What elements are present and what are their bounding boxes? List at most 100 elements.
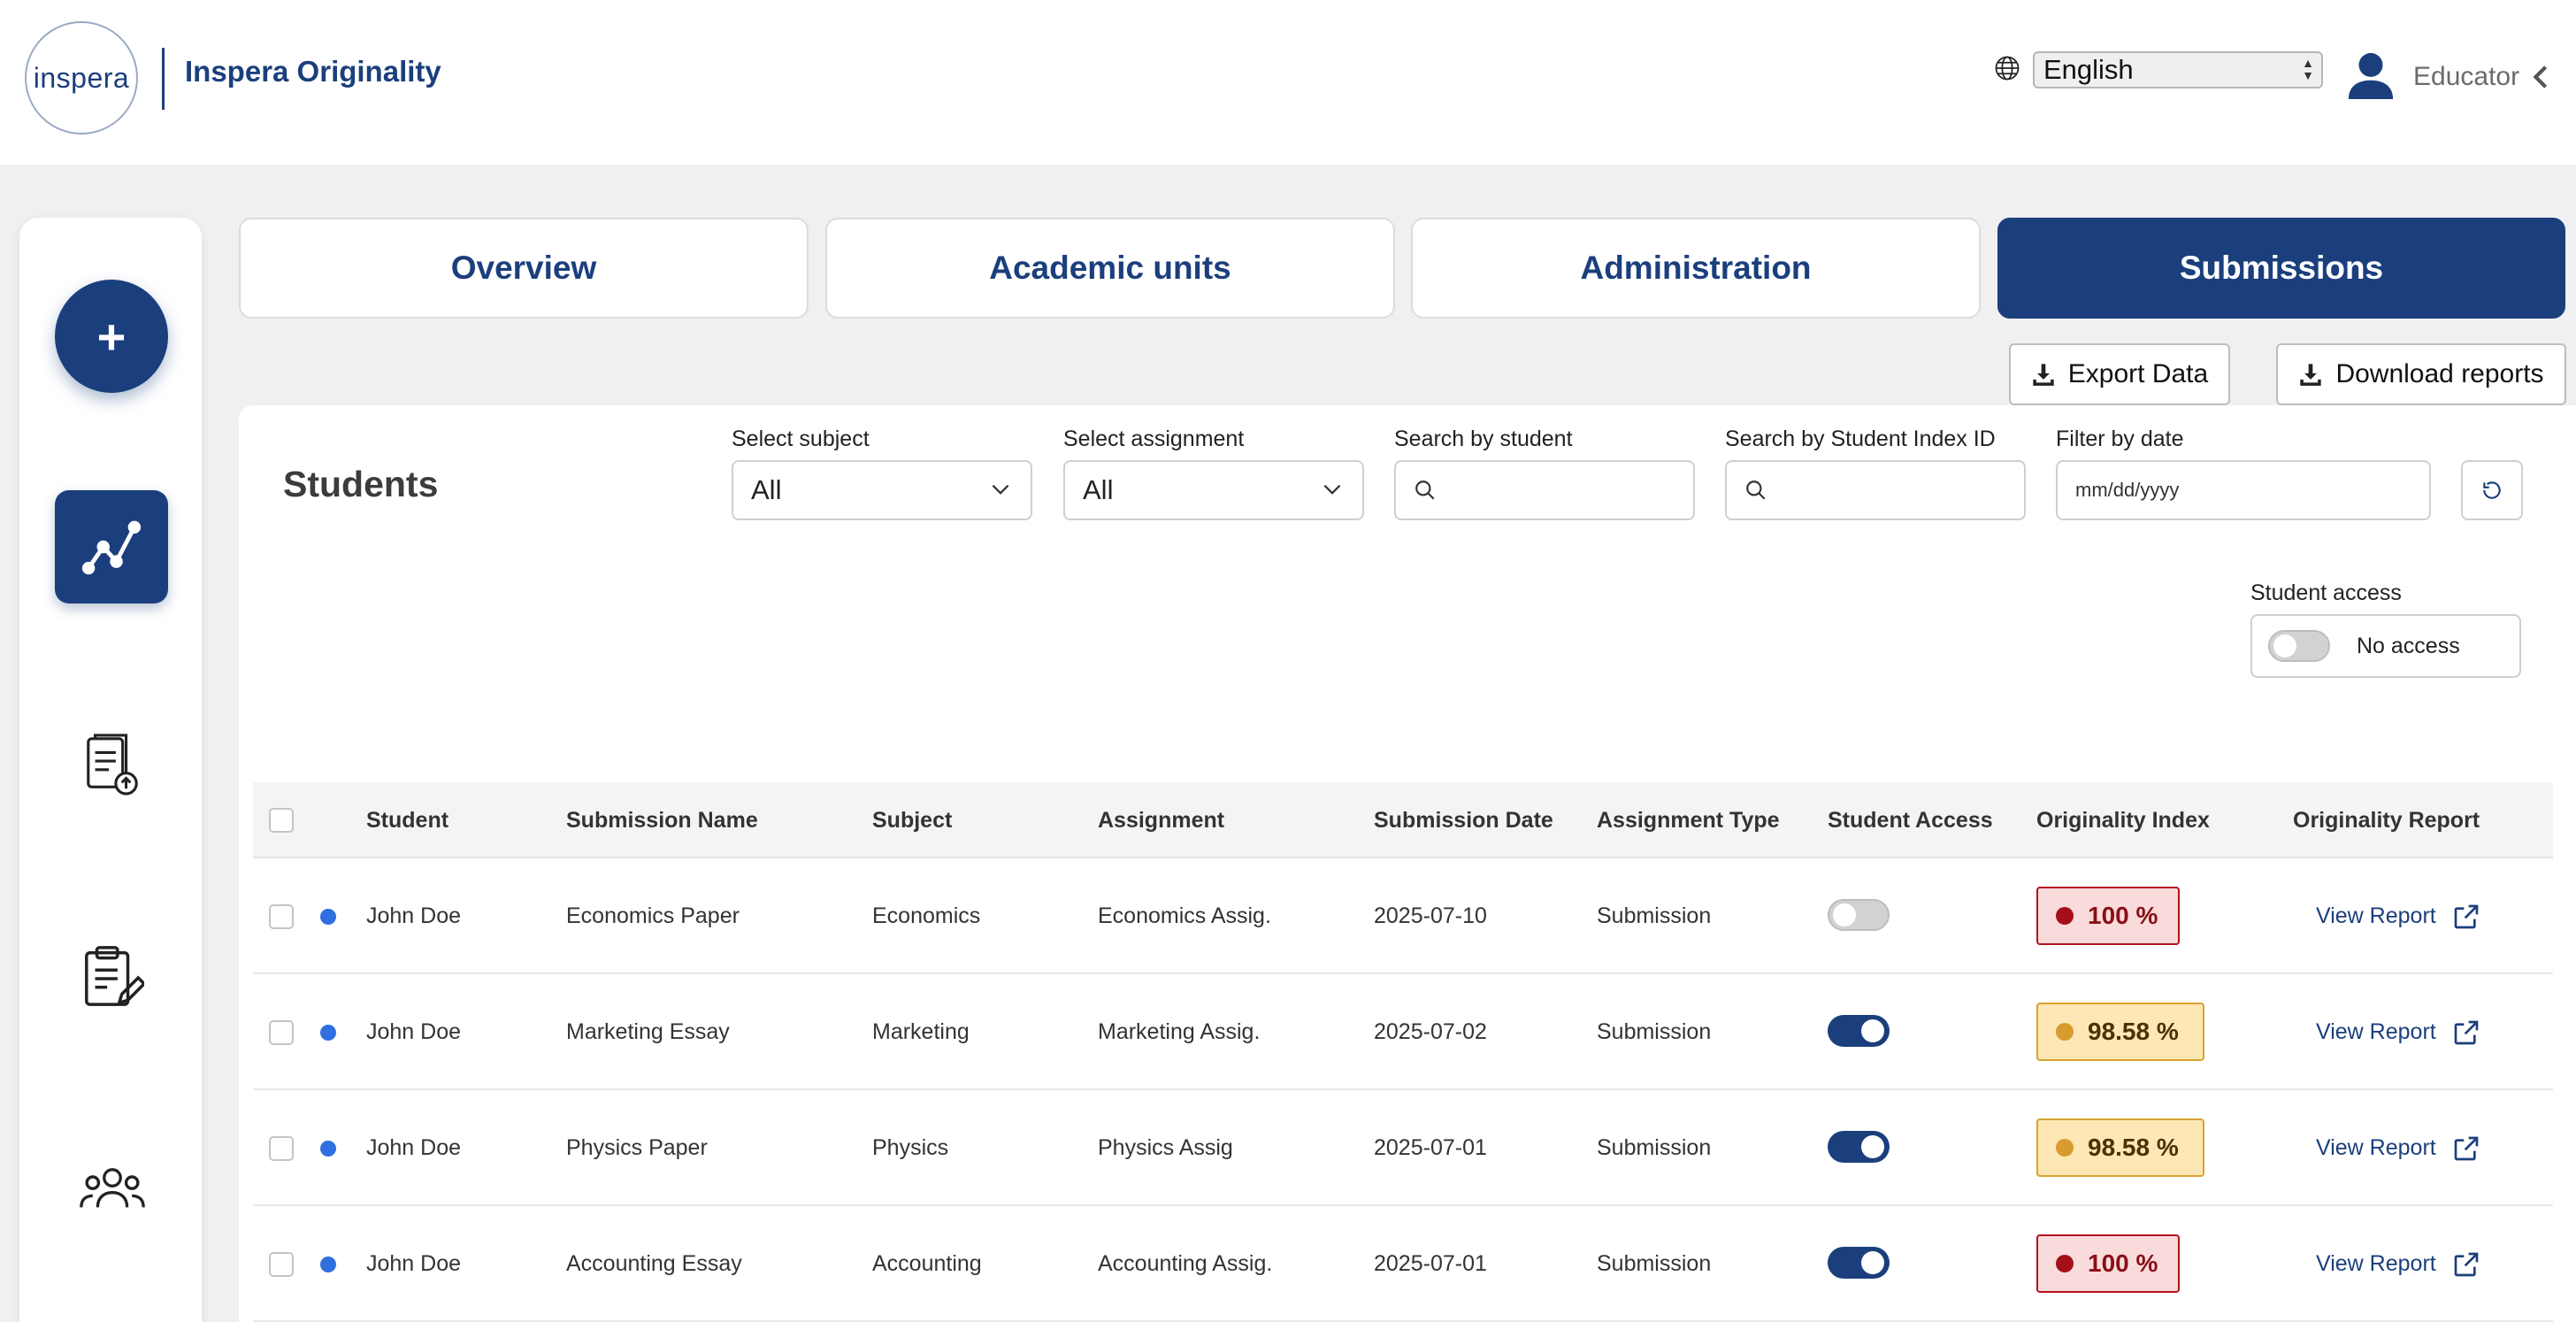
cell-submission-name: Economics Paper (566, 903, 740, 928)
access-toggle[interactable] (1828, 1015, 1890, 1047)
originality-value: 100 % (2088, 902, 2158, 929)
cell-submission-name: Physics Paper (566, 1135, 708, 1160)
view-report-label: View Report (2316, 1135, 2436, 1160)
date-filter-input[interactable]: mm/dd/yyyy (2056, 460, 2431, 520)
external-link-icon (2454, 1136, 2479, 1160)
student-access-toggle[interactable] (2268, 630, 2330, 662)
index-search-input[interactable] (1725, 460, 2026, 520)
originality-badge: 100 % (2036, 1234, 2180, 1293)
language-value: English (2043, 54, 2134, 85)
level-dot (2056, 1139, 2074, 1157)
select-all-checkbox[interactable] (269, 808, 294, 833)
col-submission-name[interactable]: Submission Name (566, 782, 758, 858)
tab-overview[interactable]: Overview (239, 218, 809, 319)
unread-dot (320, 1257, 336, 1272)
col-submission-date[interactable]: Submission Date (1374, 782, 1553, 858)
table-row[interactable]: John Doe Marketing Essay Marketing Marke… (253, 974, 2553, 1090)
inspera-logo[interactable]: inspera (25, 21, 138, 135)
subject-filter-label: Select subject (732, 427, 870, 451)
col-originality-report[interactable]: Originality Report (2293, 782, 2480, 858)
student-access-control[interactable]: No access (2250, 614, 2521, 678)
select-arrows-icon: ▲ ▼ (2302, 56, 2314, 82)
table-row[interactable]: John Doe Accounting Essay Accounting Acc… (253, 1206, 2553, 1322)
level-dot (2056, 907, 2074, 925)
cell-type: Submission (1597, 903, 1712, 928)
cell-student: John Doe (366, 903, 462, 928)
chevron-left-icon[interactable] (2532, 64, 2549, 90)
row-checkbox[interactable] (269, 1252, 294, 1277)
download-reports-button[interactable]: Download reports (2276, 343, 2566, 405)
unread-dot (320, 1141, 336, 1157)
chevron-down-icon (992, 484, 1009, 495)
tab-submissions[interactable]: Submissions (1997, 218, 2565, 319)
access-toggle[interactable] (1828, 899, 1890, 931)
cell-assignment: Physics Assig (1098, 1135, 1233, 1160)
col-assignment-type[interactable]: Assignment Type (1597, 782, 1780, 858)
originality-badge: 98.58 % (2036, 1118, 2204, 1177)
col-student[interactable]: Student (366, 782, 448, 858)
access-toggle[interactable] (1828, 1131, 1890, 1163)
level-dot (2056, 1255, 2074, 1272)
download-icon (2300, 364, 2322, 386)
originality-badge: 100 % (2036, 887, 2180, 945)
reset-filters-button[interactable] (2461, 460, 2523, 520)
cell-date: 2025-07-10 (1374, 903, 1487, 928)
search-icon (1415, 480, 1435, 500)
cell-subject: Economics (872, 903, 981, 928)
role-label[interactable]: Educator (2413, 62, 2519, 92)
sidebar-item-users[interactable] (77, 1154, 148, 1225)
cell-date: 2025-07-01 (1374, 1135, 1487, 1160)
panel-title: Students (283, 464, 439, 504)
cell-type: Submission (1597, 1135, 1712, 1160)
clipboard-edit-icon (85, 946, 144, 1006)
sidebar-item-analytics[interactable] (55, 490, 168, 603)
row-checkbox[interactable] (269, 1020, 294, 1045)
sidebar-item-assignments[interactable] (77, 942, 148, 1012)
plus-icon: + (96, 308, 126, 365)
table-row[interactable]: John Doe Economics Paper Economics Econo… (253, 858, 2553, 974)
originality-value: 98.58 % (2088, 1134, 2179, 1161)
globe-icon (1995, 56, 2020, 81)
cell-date: 2025-07-01 (1374, 1251, 1487, 1276)
students-panel: Students Select subject All Select assig… (239, 405, 2576, 1322)
subject-select[interactable]: All (732, 460, 1032, 520)
sidebar-item-documents[interactable] (77, 729, 148, 800)
chevron-down-icon (1323, 484, 1341, 495)
originality-value: 100 % (2088, 1249, 2158, 1277)
cell-student: John Doe (366, 1019, 462, 1044)
view-report-link[interactable]: View Report (2316, 858, 2480, 974)
col-originality-index[interactable]: Originality Index (2036, 782, 2210, 858)
col-assignment[interactable]: Assignment (1098, 782, 1224, 858)
export-data-button[interactable]: Export Data (2009, 343, 2230, 405)
row-checkbox[interactable] (269, 904, 294, 929)
language-select[interactable]: English ▲ ▼ (2033, 51, 2323, 88)
subject-select-value: All (751, 474, 782, 505)
col-subject[interactable]: Subject (872, 782, 952, 858)
view-report-link[interactable]: View Report (2316, 1206, 2480, 1322)
student-access-label: Student access (2250, 580, 2402, 605)
student-search-input[interactable] (1394, 460, 1695, 520)
tab-academic-units[interactable]: Academic units (825, 218, 1395, 319)
sidebar: + (19, 218, 202, 1322)
access-toggle[interactable] (1828, 1247, 1890, 1279)
search-icon (1746, 480, 1766, 500)
external-link-icon (2454, 1252, 2479, 1276)
user-icon[interactable] (2348, 51, 2394, 99)
app-name: Inspera Originality (185, 55, 441, 88)
unread-dot (320, 1025, 336, 1041)
assignment-select[interactable]: All (1063, 460, 1364, 520)
cell-submission-name: Marketing Essay (566, 1019, 730, 1044)
view-report-link[interactable]: View Report (2316, 1090, 2480, 1206)
download-icon (2033, 364, 2054, 386)
table-row[interactable]: John Doe Physics Paper Physics Physics A… (253, 1090, 2553, 1206)
view-report-link[interactable]: View Report (2316, 974, 2480, 1090)
add-button[interactable]: + (55, 280, 168, 393)
cell-type: Submission (1597, 1251, 1712, 1276)
cell-date: 2025-07-02 (1374, 1019, 1487, 1044)
cell-student: John Doe (366, 1251, 462, 1276)
row-checkbox[interactable] (269, 1136, 294, 1161)
view-report-label: View Report (2316, 1251, 2436, 1276)
cell-subject: Physics (872, 1135, 949, 1160)
tab-administration[interactable]: Administration (1411, 218, 1981, 319)
col-student-access[interactable]: Student Access (1828, 782, 1993, 858)
